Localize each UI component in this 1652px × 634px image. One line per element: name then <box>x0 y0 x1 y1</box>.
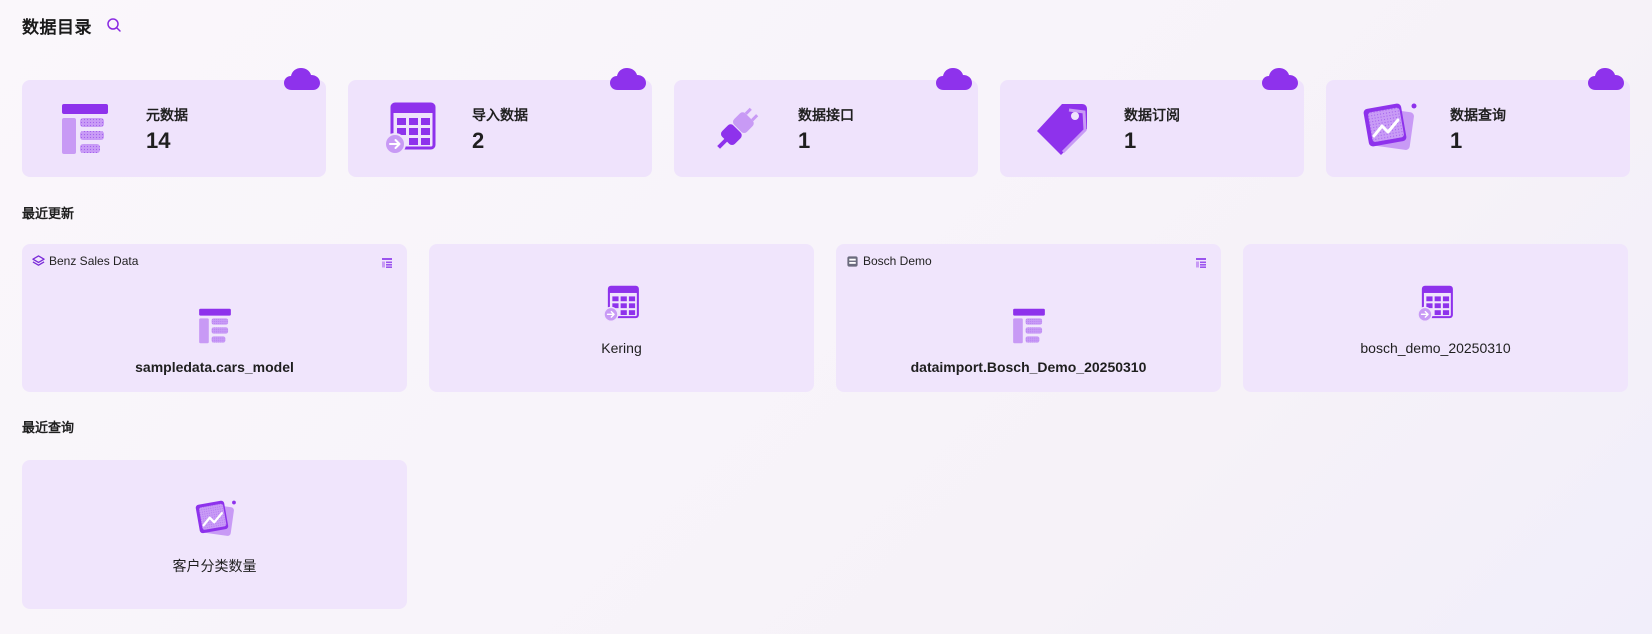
source-tag: Bosch Demo <box>846 254 932 268</box>
plug-icon <box>708 100 766 158</box>
recent-update-card[interactable]: Benz Sales Data sampledata.cars_model <box>22 244 407 392</box>
stat-card-interface[interactable]: 数据接口 1 <box>674 80 978 177</box>
cloud-icon <box>283 66 321 92</box>
source-tag: Benz Sales Data <box>32 254 138 268</box>
import-table-icon <box>382 100 440 158</box>
stat-value: 1 <box>1124 128 1137 153</box>
card-name: bosch_demo_20250310 <box>1360 340 1511 356</box>
card-name: 客户分类数量 <box>172 558 257 574</box>
import-table-icon <box>602 284 642 324</box>
stat-card-metadata[interactable]: 元数据 14 <box>22 80 326 177</box>
stat-label: 元数据 <box>146 107 188 123</box>
recent-update-card[interactable]: bosch_demo_20250310 <box>1243 244 1628 392</box>
recent-updates-list: Benz Sales Data sampledata.cars_model Ke… <box>22 244 1628 392</box>
stats-row: 元数据 14 导入数据 2 数据接口 1 数据订阅 1 数据查询 1 <box>22 80 1630 177</box>
card-name: Kering <box>601 340 642 356</box>
recent-query-card[interactable]: 客户分类数量 <box>22 460 407 609</box>
source-tag-label: Benz Sales Data <box>49 254 139 268</box>
stat-label: 数据接口 <box>798 107 854 123</box>
section-title-recent-queries: 最近查询 <box>22 420 75 435</box>
stat-card-query[interactable]: 数据查询 1 <box>1326 80 1630 177</box>
source-tag-label: Bosch Demo <box>863 254 932 268</box>
page-title: 数据目录 <box>22 17 92 37</box>
stat-card-subscription[interactable]: 数据订阅 1 <box>1000 80 1304 177</box>
metadata-icon <box>56 100 114 158</box>
cloud-icon <box>609 66 647 92</box>
tag-icon <box>1034 100 1092 158</box>
list-icon <box>381 257 393 269</box>
chart-query-icon <box>191 498 239 542</box>
card-name: sampledata.cars_model <box>135 359 294 375</box>
stat-value: 1 <box>1450 128 1463 153</box>
section-title-recent-updates: 最近更新 <box>22 206 75 221</box>
cloud-icon <box>935 66 973 92</box>
stat-label: 导入数据 <box>472 107 528 123</box>
stat-value: 14 <box>146 128 171 153</box>
import-table-icon <box>1416 284 1456 324</box>
cloud-icon <box>1261 66 1299 92</box>
chart-query-icon <box>1360 100 1418 158</box>
stat-value: 2 <box>472 128 485 153</box>
recent-update-card[interactable]: Kering <box>429 244 814 392</box>
card-name: dataimport.Bosch_Demo_20250310 <box>910 359 1147 375</box>
stat-value: 1 <box>798 128 811 153</box>
stat-label: 数据查询 <box>1450 107 1506 123</box>
metadata-icon <box>1009 306 1049 346</box>
database-icon <box>846 255 859 268</box>
list-icon <box>1195 257 1207 269</box>
recent-update-card[interactable]: Bosch Demo dataimport.Bosch_Demo_2025031… <box>836 244 1221 392</box>
search-icon[interactable] <box>104 15 124 35</box>
stat-label: 数据订阅 <box>1124 107 1180 123</box>
page-header: 数据目录 <box>22 14 124 37</box>
metadata-icon <box>195 306 235 346</box>
layers-icon <box>32 255 45 268</box>
cloud-icon <box>1587 66 1625 92</box>
stat-card-import[interactable]: 导入数据 2 <box>348 80 652 177</box>
